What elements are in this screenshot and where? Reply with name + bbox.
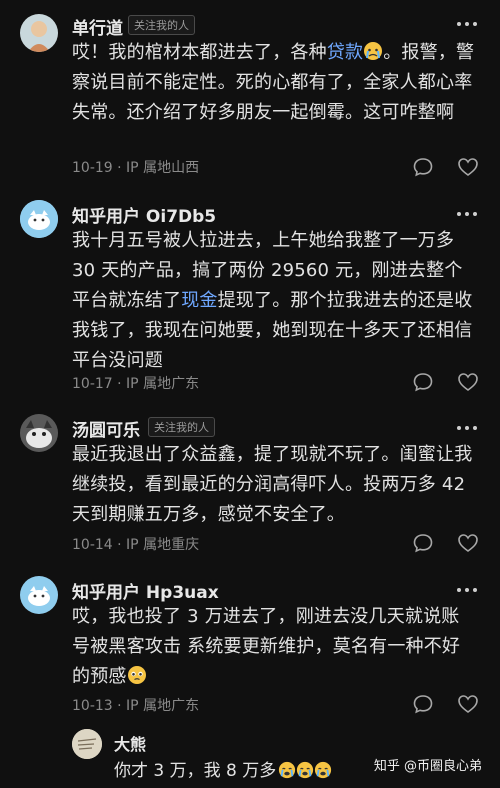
reply-icon[interactable] — [412, 371, 434, 393]
more-options-icon[interactable] — [456, 425, 478, 431]
reply-icon[interactable] — [412, 156, 434, 178]
like-heart-icon[interactable] — [457, 532, 479, 554]
username[interactable]: 知乎用户 Oi7Db5 — [72, 202, 216, 227]
follower-badge: 关注我的人 — [148, 417, 215, 437]
crying-emoji-icon — [296, 761, 314, 779]
watermark: 知乎 @币圈良心弟 — [373, 759, 482, 774]
username[interactable]: 知乎用户 Hp3uax — [72, 578, 219, 603]
reply-username[interactable]: 大熊 — [114, 731, 146, 755]
comment-text: 我十月五号被人拉进去，上午她给我整了一万多 30 天的产品，搞了两份 29560… — [72, 230, 473, 371]
comment-text: 最近我退出了众益鑫，提了现就不玩了。闺蜜让我继续投，看到最近的分润高得吓人。投两… — [72, 444, 473, 525]
more-options-icon[interactable] — [456, 587, 478, 593]
comment-meta: 10-14 · IP 属地重庆 — [72, 537, 200, 553]
avatar[interactable] — [20, 576, 58, 614]
crying-emoji-icon — [363, 41, 383, 61]
avatar[interactable] — [20, 200, 58, 238]
comment-meta: 10-17 · IP 属地广东 — [72, 376, 200, 392]
pleading-face-emoji-icon — [127, 665, 147, 685]
comment-text: 哎！我的棺材本都进去了，各种贷款 。报警，警察说目前不能定性。死的心都有了，全家人… — [72, 41, 475, 123]
crying-emoji-icon — [314, 761, 332, 779]
avatar[interactable] — [20, 414, 58, 452]
more-options-icon[interactable] — [456, 211, 478, 217]
keyword-link[interactable]: 贷款 — [327, 42, 363, 63]
comment-meta: 10-13 · IP 属地广东 — [72, 698, 200, 714]
comment-text: 哎，我也投了 3 万进去了，刚进去没几天就说账号被黑客攻击 系统要更新维护，莫名… — [72, 606, 461, 687]
more-options-icon[interactable] — [456, 21, 478, 27]
follower-badge: 关注我的人 — [128, 15, 195, 35]
like-heart-icon[interactable] — [457, 371, 479, 393]
crying-emoji-icon — [278, 761, 296, 779]
reply-text: 你才 3 万，我 8 万多 — [114, 756, 332, 781]
like-heart-icon[interactable] — [457, 693, 479, 715]
keyword-link[interactable]: 现金 — [181, 290, 217, 311]
comment-meta: 10-19 · IP 属地山西 — [72, 160, 200, 176]
username[interactable]: 单行道 — [72, 14, 123, 39]
avatar[interactable] — [20, 14, 58, 52]
username[interactable]: 汤圆可乐 — [72, 416, 140, 441]
avatar[interactable] — [72, 729, 102, 759]
like-heart-icon[interactable] — [457, 156, 479, 178]
reply-icon[interactable] — [412, 693, 434, 715]
reply-icon[interactable] — [412, 532, 434, 554]
